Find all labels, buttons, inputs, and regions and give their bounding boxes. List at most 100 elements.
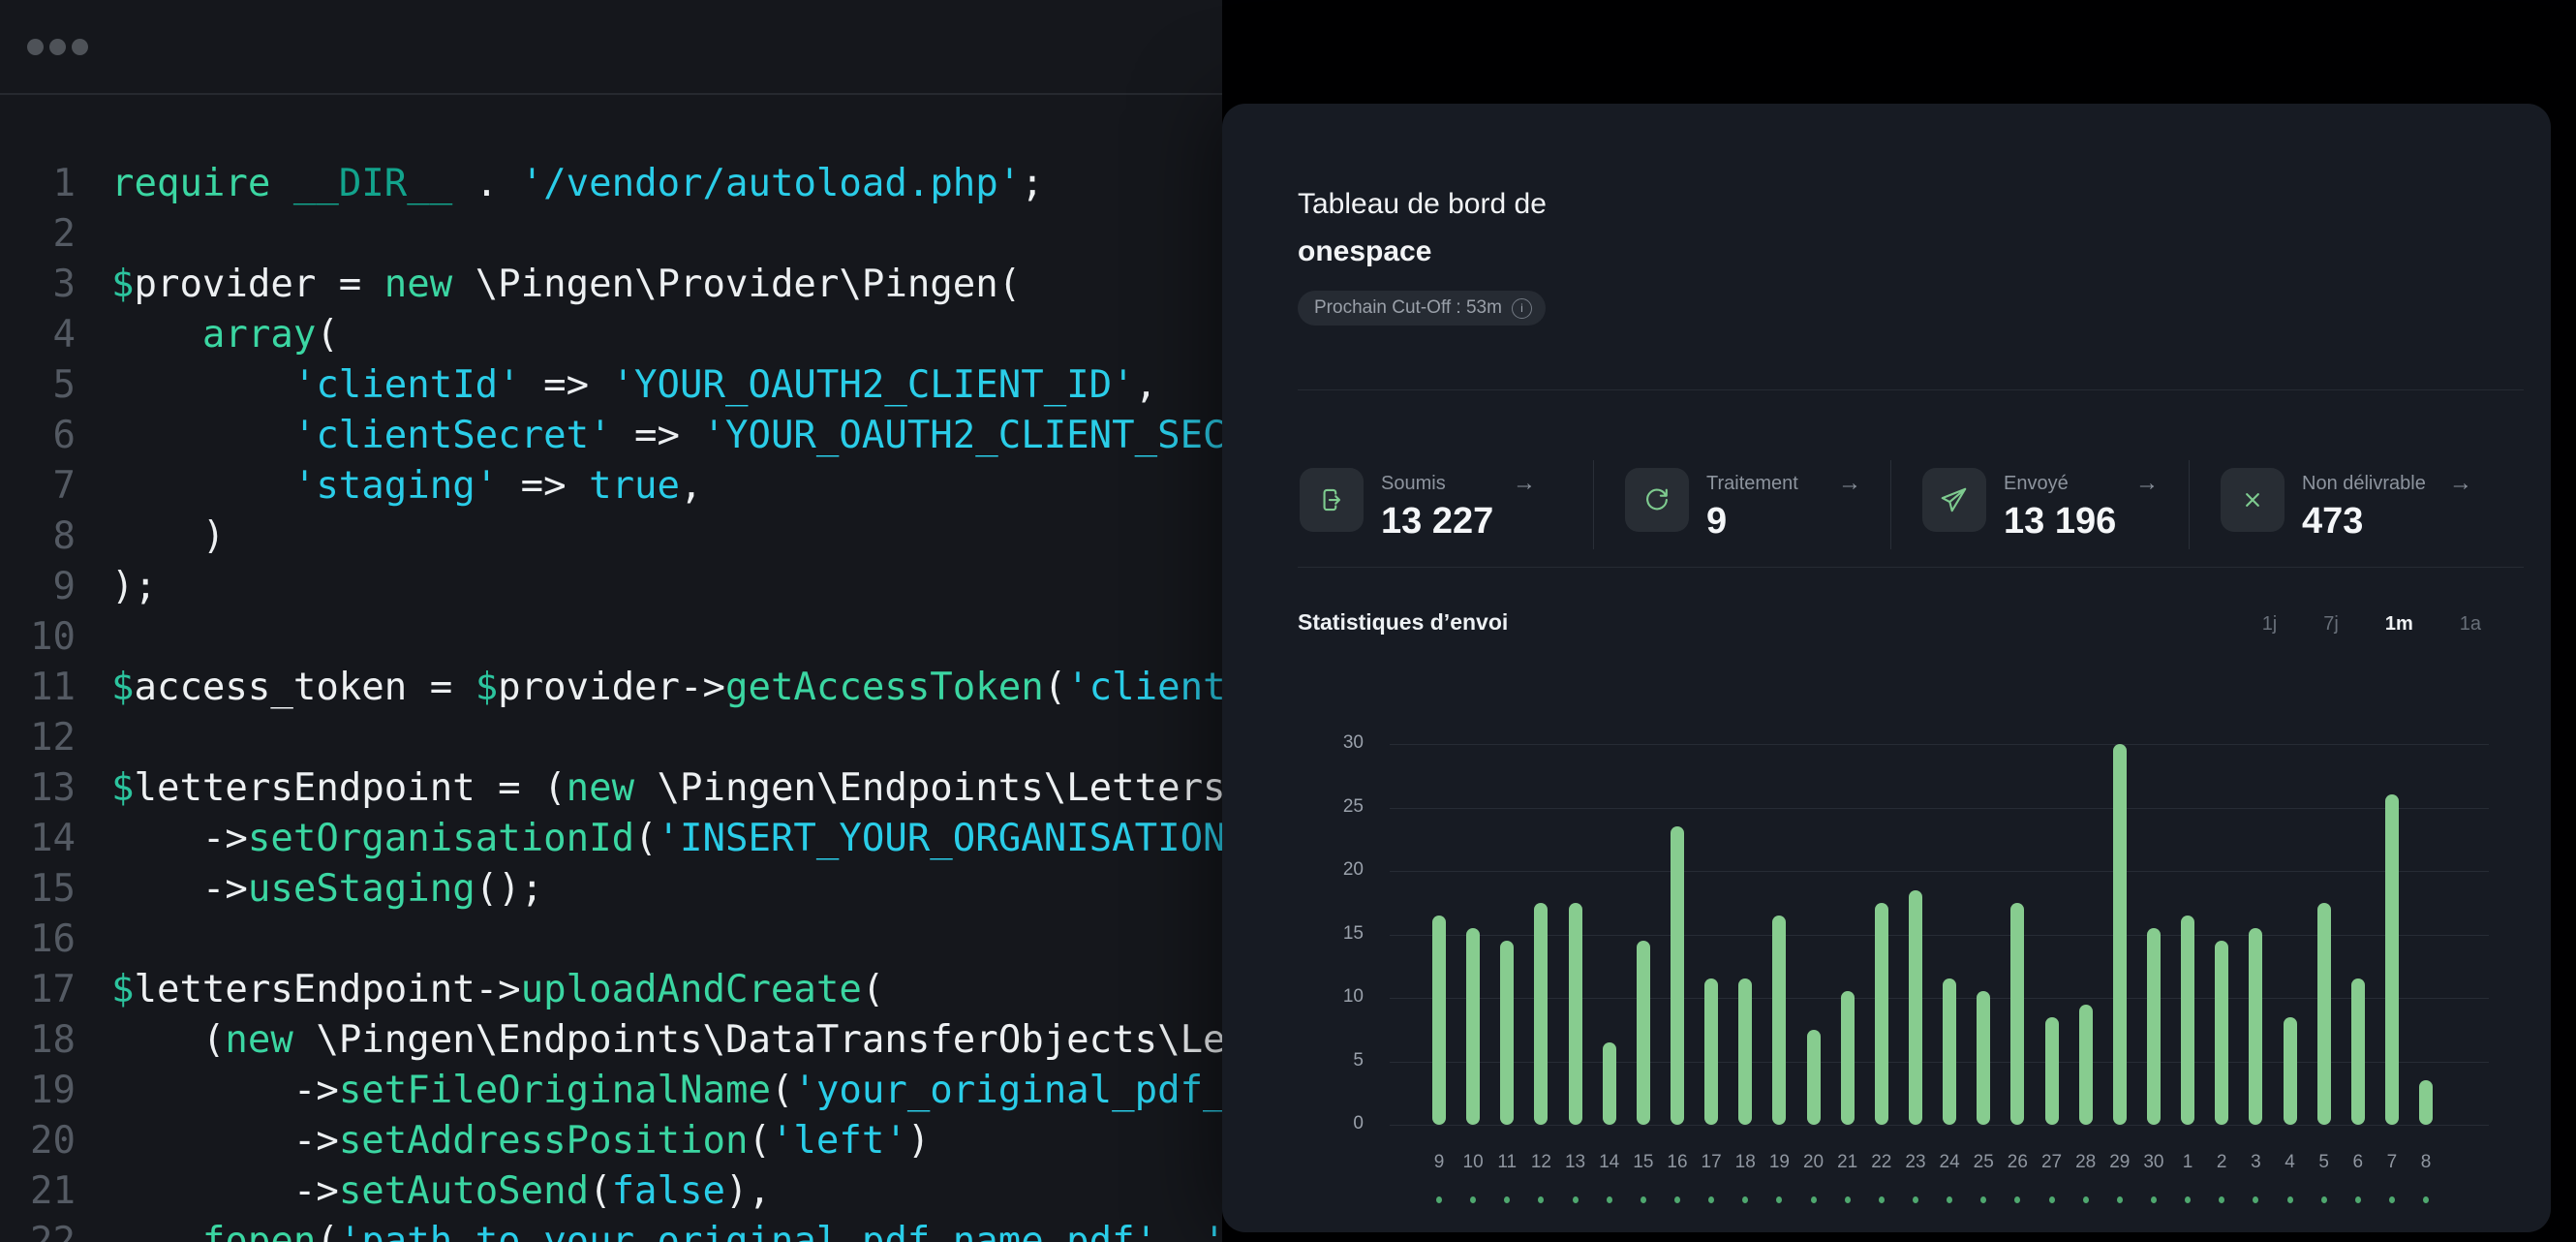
code-token: getAccessToken — [725, 666, 1044, 709]
bar-day-26[interactable] — [2010, 903, 2024, 1125]
code-token: new — [384, 263, 452, 306]
editor-titlebar — [0, 0, 1222, 95]
code-token: -> — [111, 1169, 339, 1213]
code-token: -> — [111, 817, 248, 860]
code-token: ) — [907, 1119, 930, 1163]
code-token — [270, 162, 292, 205]
code-token: => — [521, 363, 612, 407]
line-number: 11 — [0, 663, 76, 713]
bar-day-7[interactable] — [2385, 794, 2399, 1125]
bar-day-22[interactable] — [1875, 903, 1888, 1125]
code-line: 4 array( — [0, 310, 1222, 360]
y-axis-label: 0 — [1300, 1113, 1364, 1134]
bar-day-17[interactable] — [1704, 978, 1718, 1125]
code-line: 2 — [0, 209, 1222, 260]
bar-day-14[interactable] — [1603, 1042, 1616, 1125]
x-axis-label: 21 — [1828, 1152, 1867, 1173]
line-number: 6 — [0, 411, 76, 461]
code-token — [111, 363, 293, 407]
code-token: -> — [111, 1119, 339, 1163]
code-token: array — [202, 313, 316, 357]
code-token: \Pingen\Provider\Pingen( — [452, 263, 1021, 306]
x-axis-label: 2 — [2202, 1152, 2241, 1173]
bar-day-29[interactable] — [2113, 744, 2127, 1125]
code-token: (); — [475, 867, 543, 911]
bar-day-10[interactable] — [1466, 928, 1480, 1125]
x-axis-label: 13 — [1556, 1152, 1595, 1173]
code-text: ->setAddressPosition('left') — [111, 1119, 930, 1163]
bar-day-13[interactable] — [1569, 903, 1582, 1125]
day-dot — [2253, 1196, 2258, 1203]
code-token — [111, 1220, 202, 1242]
code-token: , — [1157, 1220, 1203, 1242]
code-line: 9); — [0, 562, 1222, 612]
x-axis-label: 27 — [2033, 1152, 2071, 1173]
bar-day-6[interactable] — [2351, 978, 2365, 1125]
bar-day-3[interactable] — [2249, 928, 2262, 1125]
bar-day-16[interactable] — [1671, 826, 1684, 1125]
code-token: 'left' — [771, 1119, 907, 1163]
day-dot — [2014, 1196, 2020, 1203]
bar-day-28[interactable] — [2079, 1005, 2093, 1125]
code-text: 'staging' => true, — [111, 464, 703, 508]
code-text: array( — [111, 313, 339, 357]
code-line: 17$lettersEndpoint->uploadAndCreate( — [0, 965, 1222, 1015]
day-dot — [1538, 1196, 1544, 1203]
day-dot — [1470, 1196, 1476, 1203]
code-text: ); — [111, 565, 157, 608]
bar-day-12[interactable] — [1534, 903, 1548, 1125]
line-number: 8 — [0, 512, 76, 562]
gridline — [1390, 808, 2489, 809]
window-dot[interactable] — [72, 39, 88, 55]
code-token: 'client_credentials' — [1066, 666, 1222, 709]
bar-day-4[interactable] — [2284, 1017, 2297, 1125]
y-axis-label: 30 — [1300, 732, 1364, 754]
window-dot[interactable] — [49, 39, 66, 55]
line-number: 17 — [0, 965, 76, 1015]
code-token: ); — [111, 565, 157, 608]
day-dot — [1742, 1196, 1748, 1203]
x-axis-label: 17 — [1692, 1152, 1731, 1173]
day-dot — [2083, 1196, 2089, 1203]
code-token: ( — [771, 1069, 793, 1112]
code-token: ( — [1044, 666, 1066, 709]
bar-day-24[interactable] — [1943, 978, 1956, 1125]
x-axis-label: 8 — [2407, 1152, 2445, 1173]
day-dot — [1674, 1196, 1680, 1203]
code-token: => — [498, 464, 589, 508]
bar-day-19[interactable] — [1772, 916, 1786, 1125]
bar-day-27[interactable] — [2045, 1017, 2059, 1125]
x-axis-label: 25 — [1964, 1152, 2003, 1173]
bar-day-25[interactable] — [1977, 991, 1990, 1125]
x-axis-label: 6 — [2339, 1152, 2377, 1173]
bar-day-21[interactable] — [1841, 991, 1855, 1125]
x-axis-label: 29 — [2101, 1152, 2139, 1173]
bar-day-11[interactable] — [1500, 941, 1514, 1125]
x-axis-label: 4 — [2271, 1152, 2310, 1173]
code-text: ->setFileOriginalName('your_original_pdf… — [111, 1069, 1222, 1112]
gridline — [1390, 744, 2489, 745]
bar-day-9[interactable] — [1432, 916, 1446, 1125]
window-dot[interactable] — [27, 39, 44, 55]
bar-day-8[interactable] — [2419, 1080, 2433, 1125]
bar-day-20[interactable] — [1807, 1030, 1821, 1125]
code-token: , — [680, 464, 702, 508]
x-axis-label: 3 — [2236, 1152, 2275, 1173]
bar-day-5[interactable] — [2317, 903, 2331, 1125]
day-dot — [2117, 1196, 2123, 1203]
code-text: fopen('path_to_your_original_pdf_name.pd… — [111, 1220, 1222, 1242]
bar-day-15[interactable] — [1637, 941, 1650, 1125]
day-dot — [1913, 1196, 1918, 1203]
bar-day-23[interactable] — [1909, 890, 1922, 1125]
dashboard-panel: Tableau de bord de onespace Prochain Cut… — [1222, 104, 2551, 1232]
bar-day-2[interactable] — [2215, 941, 2228, 1125]
bar-day-18[interactable] — [1738, 978, 1752, 1125]
code-line: 15 ->useStaging(); — [0, 864, 1222, 915]
code-token: require — [111, 162, 270, 205]
code-token: ), — [725, 1169, 771, 1213]
bar-day-30[interactable] — [2147, 928, 2161, 1125]
line-number: 15 — [0, 864, 76, 915]
code-text: (new \Pingen\Endpoints\DataTransferObjec… — [111, 1018, 1222, 1062]
bar-day-1[interactable] — [2181, 916, 2194, 1125]
code-token: $ — [111, 766, 134, 810]
